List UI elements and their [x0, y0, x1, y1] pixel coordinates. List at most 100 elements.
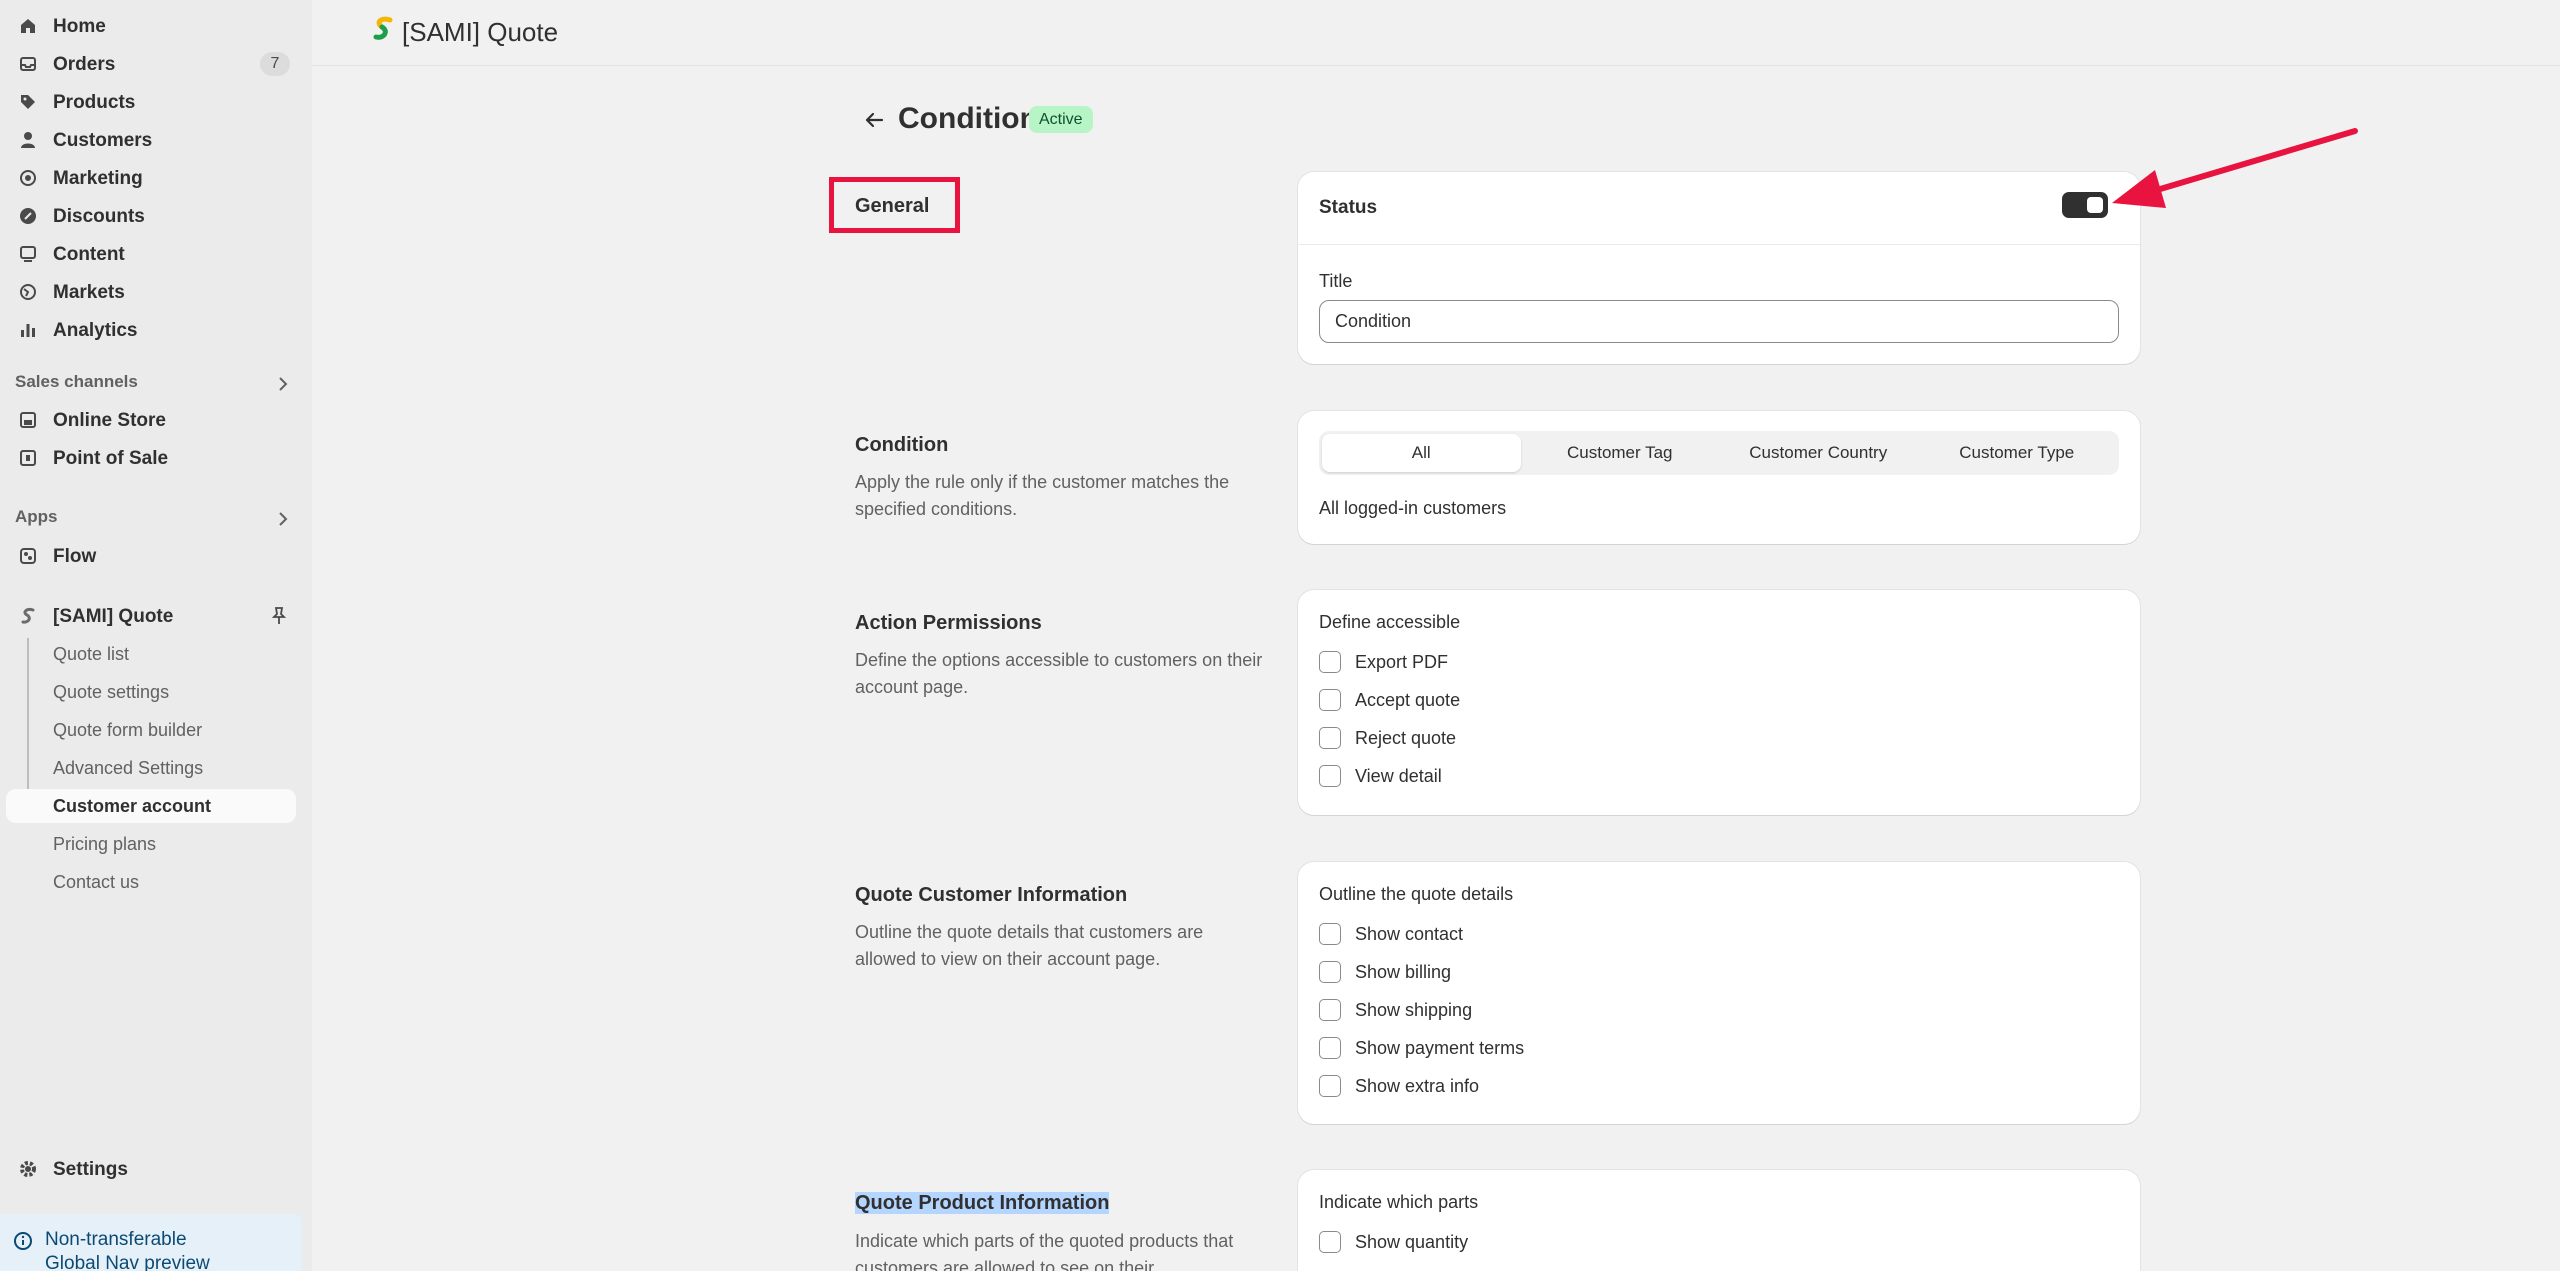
selected-text-highlight: Quote Product Information [855, 1192, 1110, 1214]
checkbox[interactable] [1319, 923, 1341, 945]
apps-header[interactable]: Apps [15, 507, 297, 537]
info-icon [13, 1231, 33, 1251]
nav-item-orders[interactable]: Orders 7 [6, 47, 296, 81]
tab-customer-country[interactable]: Customer Country [1719, 434, 1918, 472]
nav-label: Flow [53, 546, 97, 567]
nav-item-flow[interactable]: Flow [6, 539, 296, 573]
subnav-label: Quote form builder [53, 720, 203, 740]
nav-label: Discounts [53, 206, 145, 227]
checkbox-show-contact[interactable]: Show contact [1319, 921, 1463, 947]
condition-result-text: All logged-in customers [1319, 498, 1507, 518]
app-title-text: [SAMI] Quote [402, 17, 559, 47]
notice-line-1: Non-transferable [45, 1229, 187, 1250]
nav-item-customers[interactable]: Customers [6, 123, 296, 157]
checkbox-show-billing[interactable]: Show billing [1319, 959, 1451, 985]
section-title: Apps [15, 507, 58, 526]
nav-item-settings[interactable]: Settings [6, 1152, 296, 1186]
status-toggle[interactable] [2062, 192, 2108, 218]
status-badge: Active [1029, 106, 1093, 133]
tab-all[interactable]: All [1322, 434, 1521, 472]
sales-channels-header[interactable]: Sales channels [15, 372, 297, 402]
notice-line-2: Global Nav preview [45, 1253, 210, 1271]
checkbox[interactable] [1319, 1231, 1341, 1253]
back-arrow-icon[interactable] [860, 106, 888, 134]
subnav-label: Contact us [53, 872, 140, 892]
condition-card: All Customer Tag Customer Country Custom… [1298, 411, 2140, 544]
checkbox[interactable] [1319, 961, 1341, 983]
subnav-contact-us[interactable]: Contact us [6, 865, 296, 899]
discount-icon [18, 206, 38, 226]
nav-label: [SAMI] Quote [53, 606, 174, 627]
checkbox[interactable] [1319, 1037, 1341, 1059]
nav-item-analytics[interactable]: Analytics [6, 313, 296, 347]
pos-icon [18, 448, 38, 468]
nav-label: Products [53, 92, 136, 113]
nav-label: Orders [53, 54, 116, 75]
divider [1298, 244, 2140, 245]
nav-item-discounts[interactable]: Discounts [6, 199, 296, 233]
nav-item-sami-quote[interactable]: [SAMI] Quote [6, 599, 296, 633]
checkbox-view-detail[interactable]: View detail [1319, 763, 1442, 789]
checkbox-label: Reject quote [1355, 727, 1457, 748]
nav-item-content[interactable]: Content [6, 237, 296, 271]
section-desc-quote-customer-info: Outline the quote details that customers… [855, 922, 1204, 969]
subnav-customer-account[interactable]: Customer account [6, 789, 296, 823]
sami-quote-logo-icon [372, 16, 394, 49]
section-desc-quote-product-info: Indicate which parts of the quoted produ… [855, 1231, 1234, 1271]
checkbox[interactable] [1319, 765, 1341, 787]
nav-label: Customers [53, 130, 153, 151]
card-heading: Outline the quote details [1319, 884, 1514, 904]
section-title-quote-product-info: Quote Product Information [855, 1192, 1110, 1215]
nav-label: Markets [53, 282, 125, 303]
subnav-pricing-plans[interactable]: Pricing plans [6, 827, 296, 861]
checkbox[interactable] [1319, 999, 1341, 1021]
global-nav-preview-notice: Non-transferable Global Nav preview [0, 1214, 302, 1271]
subnav-label: Quote list [53, 644, 130, 664]
nav-label: Content [53, 244, 125, 265]
status-label: Status [1319, 197, 1378, 218]
checkbox-label: Show extra info [1355, 1075, 1480, 1096]
nav-item-markets[interactable]: Markets [6, 275, 296, 309]
checkbox-label: Show billing [1355, 961, 1452, 982]
checkbox[interactable] [1319, 651, 1341, 673]
checkbox[interactable] [1319, 689, 1341, 711]
person-icon [18, 130, 38, 150]
subnav-quote-list[interactable]: Quote list [6, 637, 296, 671]
subnav-label: Pricing plans [53, 834, 157, 854]
subnav-quote-form-builder[interactable]: Quote form builder [6, 713, 296, 747]
title-input[interactable] [1319, 300, 2119, 343]
toggle-knob [2087, 197, 2103, 213]
store-icon [18, 410, 38, 430]
section-title-general: General [855, 195, 930, 217]
bar-chart-icon [18, 320, 38, 340]
checkbox-export-pdf[interactable]: Export PDF [1319, 649, 1448, 675]
checkbox-reject-quote[interactable]: Reject quote [1319, 725, 1456, 751]
target-icon [18, 168, 38, 188]
checkbox-label: Export PDF [1355, 651, 1449, 672]
chevron-right-icon [277, 374, 289, 399]
checkbox[interactable] [1319, 727, 1341, 749]
checkbox[interactable] [1319, 1075, 1341, 1097]
checkbox-show-extra-info[interactable]: Show extra info [1319, 1073, 1479, 1099]
subnav-quote-settings[interactable]: Quote settings [6, 675, 296, 709]
checkbox-accept-quote[interactable]: Accept quote [1319, 687, 1460, 713]
nav-item-home[interactable]: Home [6, 9, 296, 43]
checkbox-show-payment-terms[interactable]: Show payment terms [1319, 1035, 1524, 1061]
checkbox-show-quantity[interactable]: Show quantity [1319, 1229, 1468, 1255]
subnav-advanced-settings[interactable]: Advanced Settings [6, 751, 296, 785]
chevron-right-icon [277, 509, 289, 534]
nav-item-point-of-sale[interactable]: Point of Sale [6, 441, 296, 475]
quote-customer-info-card: Outline the quote details Show contact S… [1298, 862, 2140, 1124]
checkbox-label: Accept quote [1355, 689, 1461, 710]
nav-item-marketing[interactable]: Marketing [6, 161, 296, 195]
nav-item-products[interactable]: Products [6, 85, 296, 119]
checkbox-label: Show contact [1355, 923, 1464, 944]
subnav-label: Advanced Settings [53, 758, 204, 778]
inbox-icon [18, 54, 38, 74]
nav-item-online-store[interactable]: Online Store [6, 403, 296, 437]
checkbox-label: Show payment terms [1355, 1037, 1525, 1058]
tab-customer-type[interactable]: Customer Type [1918, 434, 2117, 472]
checkbox-show-shipping[interactable]: Show shipping [1319, 997, 1472, 1023]
pin-icon[interactable] [270, 606, 288, 631]
tab-customer-tag[interactable]: Customer Tag [1521, 434, 1720, 472]
